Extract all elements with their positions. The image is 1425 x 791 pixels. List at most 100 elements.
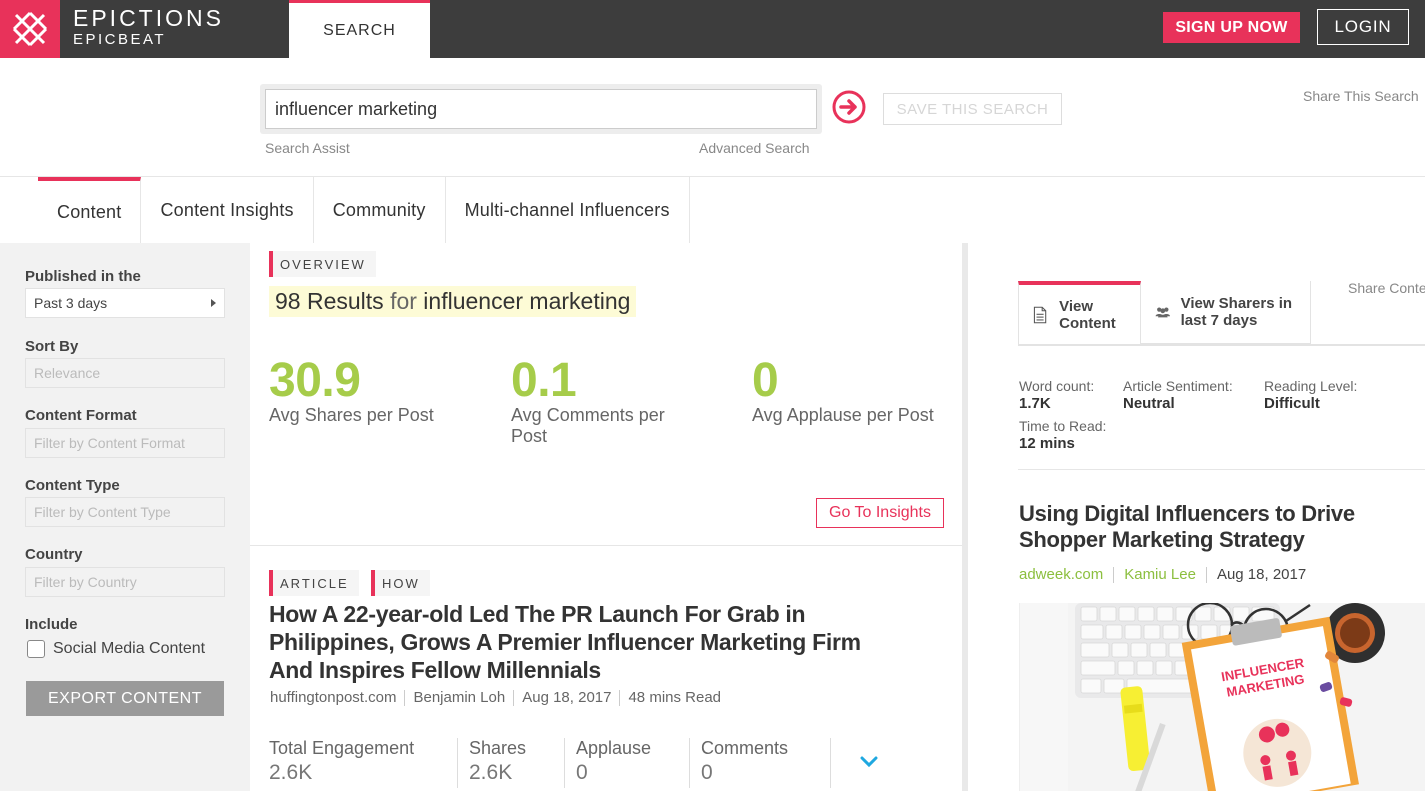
tab-multichannel-influencers[interactable]: Multi-channel Influencers bbox=[446, 177, 690, 243]
content-type-label: Content Type bbox=[25, 477, 120, 494]
social-media-label: Social Media Content bbox=[53, 640, 206, 657]
social-media-option[interactable]: Social Media Content bbox=[27, 640, 205, 658]
detail-tabs: View Content View Sharers in last 7 days bbox=[1018, 281, 1311, 344]
published-value: Past 3 days bbox=[34, 295, 108, 311]
meta-separator bbox=[513, 689, 515, 706]
article-read-time: 48 mins Read bbox=[628, 689, 722, 706]
reading-level-label: Reading Level: bbox=[1264, 378, 1358, 394]
filter-sidebar: Published in the Past 3 days Sort By Rel… bbox=[0, 243, 250, 791]
detail-author[interactable]: Kamiu Lee bbox=[1124, 566, 1196, 583]
total-engagement-value: 2.6K bbox=[269, 761, 313, 784]
total-engagement-label: Total Engagement bbox=[269, 738, 415, 758]
avg-shares-label: Avg Shares per Post bbox=[269, 405, 434, 425]
tab-view-content[interactable]: View Content bbox=[1018, 281, 1141, 344]
avg-comments-label: Avg Comments per Post bbox=[511, 405, 665, 446]
export-content-button[interactable]: EXPORT CONTENT bbox=[26, 681, 224, 716]
article-date: Aug 18, 2017 bbox=[522, 689, 612, 706]
sort-label: Sort By bbox=[25, 338, 79, 355]
view-sharers-label: View Sharers in last 7 days bbox=[1180, 295, 1293, 329]
comments-label: Comments bbox=[701, 738, 789, 758]
total-engagement-stat: Total Engagement 2.6K bbox=[269, 738, 458, 788]
article-meta: huffingtonpost.com Benjamin Loh Aug 18, … bbox=[270, 689, 721, 706]
search-assist-link[interactable]: Search Assist bbox=[265, 140, 350, 156]
login-button[interactable]: LOGIN bbox=[1317, 9, 1409, 45]
shares-value: 2.6K bbox=[469, 761, 513, 784]
applause-stat: Applause 0 bbox=[576, 738, 690, 788]
meta-separator bbox=[1113, 566, 1115, 583]
sentiment-info: Article Sentiment: Neutral bbox=[1123, 378, 1233, 412]
detail-source[interactable]: adweek.com bbox=[1019, 566, 1103, 583]
comments-stat: Comments 0 bbox=[701, 738, 831, 788]
search-tab[interactable]: SEARCH bbox=[289, 0, 430, 58]
results-query: influencer marketing bbox=[423, 288, 631, 314]
sort-select[interactable]: Relevance bbox=[25, 358, 225, 388]
article-source[interactable]: huffingtonpost.com bbox=[270, 689, 396, 706]
meta-separator bbox=[619, 689, 621, 706]
detail-tabs-underline bbox=[1018, 344, 1425, 346]
content-format-filter[interactable]: Filter by Content Format bbox=[25, 428, 225, 458]
share-content-link[interactable]: Share Conte bbox=[1348, 280, 1425, 296]
article-tag: ARTICLE bbox=[269, 570, 359, 596]
avg-shares-value: 30.9 bbox=[269, 354, 361, 407]
word-count-info: Word count: 1.7K bbox=[1019, 378, 1094, 412]
country-filter[interactable]: Filter by Country bbox=[25, 567, 225, 597]
sentiment-value: Neutral bbox=[1123, 395, 1175, 412]
reading-level-value: Difficult bbox=[1264, 395, 1320, 412]
caret-right-icon bbox=[211, 299, 216, 307]
article-title[interactable]: How A 22-year-old Led The PR Launch For … bbox=[269, 600, 889, 684]
expand-button[interactable] bbox=[860, 755, 878, 773]
time-to-read-info: Time to Read: 12 mins bbox=[1019, 418, 1106, 452]
content-type-filter[interactable]: Filter by Content Type bbox=[25, 497, 225, 527]
sentiment-label: Article Sentiment: bbox=[1123, 378, 1233, 394]
view-content-label: View Content bbox=[1059, 297, 1116, 332]
brand-line1: EPICTIONS bbox=[73, 5, 224, 31]
meta-separator bbox=[1205, 566, 1207, 583]
meta-separator bbox=[404, 689, 406, 706]
detail-title[interactable]: Using Digital Influencers to Drive Shopp… bbox=[1019, 501, 1419, 553]
chevron-down-icon bbox=[860, 756, 878, 768]
brand-name[interactable]: EPICTIONS EPICBEAT bbox=[73, 6, 224, 50]
overview-tag: OVERVIEW bbox=[269, 251, 376, 277]
search-input[interactable] bbox=[265, 89, 817, 129]
published-select[interactable]: Past 3 days bbox=[25, 288, 225, 318]
country-label: Country bbox=[25, 546, 83, 563]
results-summary: 98 Results for influencer marketing bbox=[269, 286, 637, 317]
arrow-right-icon bbox=[832, 90, 866, 124]
influencer-marketing-photo: INFLUENCER MARKETING bbox=[1068, 603, 1425, 791]
logo-icon[interactable] bbox=[0, 0, 60, 58]
time-to-read-value: 12 mins bbox=[1019, 435, 1075, 452]
shares-label: Shares bbox=[469, 738, 527, 758]
tab-community[interactable]: Community bbox=[314, 177, 446, 243]
how-tag: HOW bbox=[371, 570, 430, 596]
applause-value: 0 bbox=[576, 761, 588, 784]
avg-applause-value: 0 bbox=[752, 354, 779, 407]
include-label: Include bbox=[25, 616, 78, 633]
time-to-read-label: Time to Read: bbox=[1019, 418, 1107, 434]
social-media-checkbox[interactable] bbox=[27, 640, 45, 658]
advanced-search-link[interactable]: Advanced Search bbox=[699, 140, 810, 156]
tab-view-sharers[interactable]: View Sharers in last 7 days bbox=[1141, 281, 1311, 344]
content-format-label: Content Format bbox=[25, 407, 137, 424]
avg-comments-value: 0.1 bbox=[511, 354, 577, 407]
detail-date: Aug 18, 2017 bbox=[1216, 566, 1307, 583]
content-nav: Content Content Insights Community Multi… bbox=[38, 177, 690, 243]
word-count-value: 1.7K bbox=[1019, 395, 1051, 412]
results-for: for bbox=[390, 288, 417, 314]
detail-meta: adweek.com Kamiu Lee Aug 18, 2017 bbox=[1019, 566, 1306, 583]
section-divider bbox=[250, 545, 964, 546]
comments-value: 0 bbox=[701, 761, 713, 784]
article-author[interactable]: Benjamin Loh bbox=[413, 689, 505, 706]
document-icon bbox=[1033, 306, 1047, 323]
brand-line2: EPICBEAT bbox=[73, 31, 167, 48]
tab-content[interactable]: Content bbox=[38, 177, 142, 243]
avg-applause-label: Avg Applause per Post bbox=[752, 405, 934, 425]
sign-up-button[interactable]: SIGN UP NOW bbox=[1163, 12, 1300, 43]
share-search-link[interactable]: Share This Search bbox=[1303, 88, 1419, 104]
search-go-button[interactable] bbox=[832, 90, 866, 124]
tab-content-insights[interactable]: Content Insights bbox=[141, 177, 314, 243]
go-to-insights-button[interactable]: Go To Insights bbox=[816, 498, 944, 528]
reading-level-info: Reading Level: Difficult bbox=[1264, 378, 1357, 412]
save-search-button[interactable]: SAVE THIS SEARCH bbox=[883, 93, 1062, 125]
shares-stat: Shares 2.6K bbox=[469, 738, 565, 788]
applause-label: Applause bbox=[576, 738, 652, 758]
